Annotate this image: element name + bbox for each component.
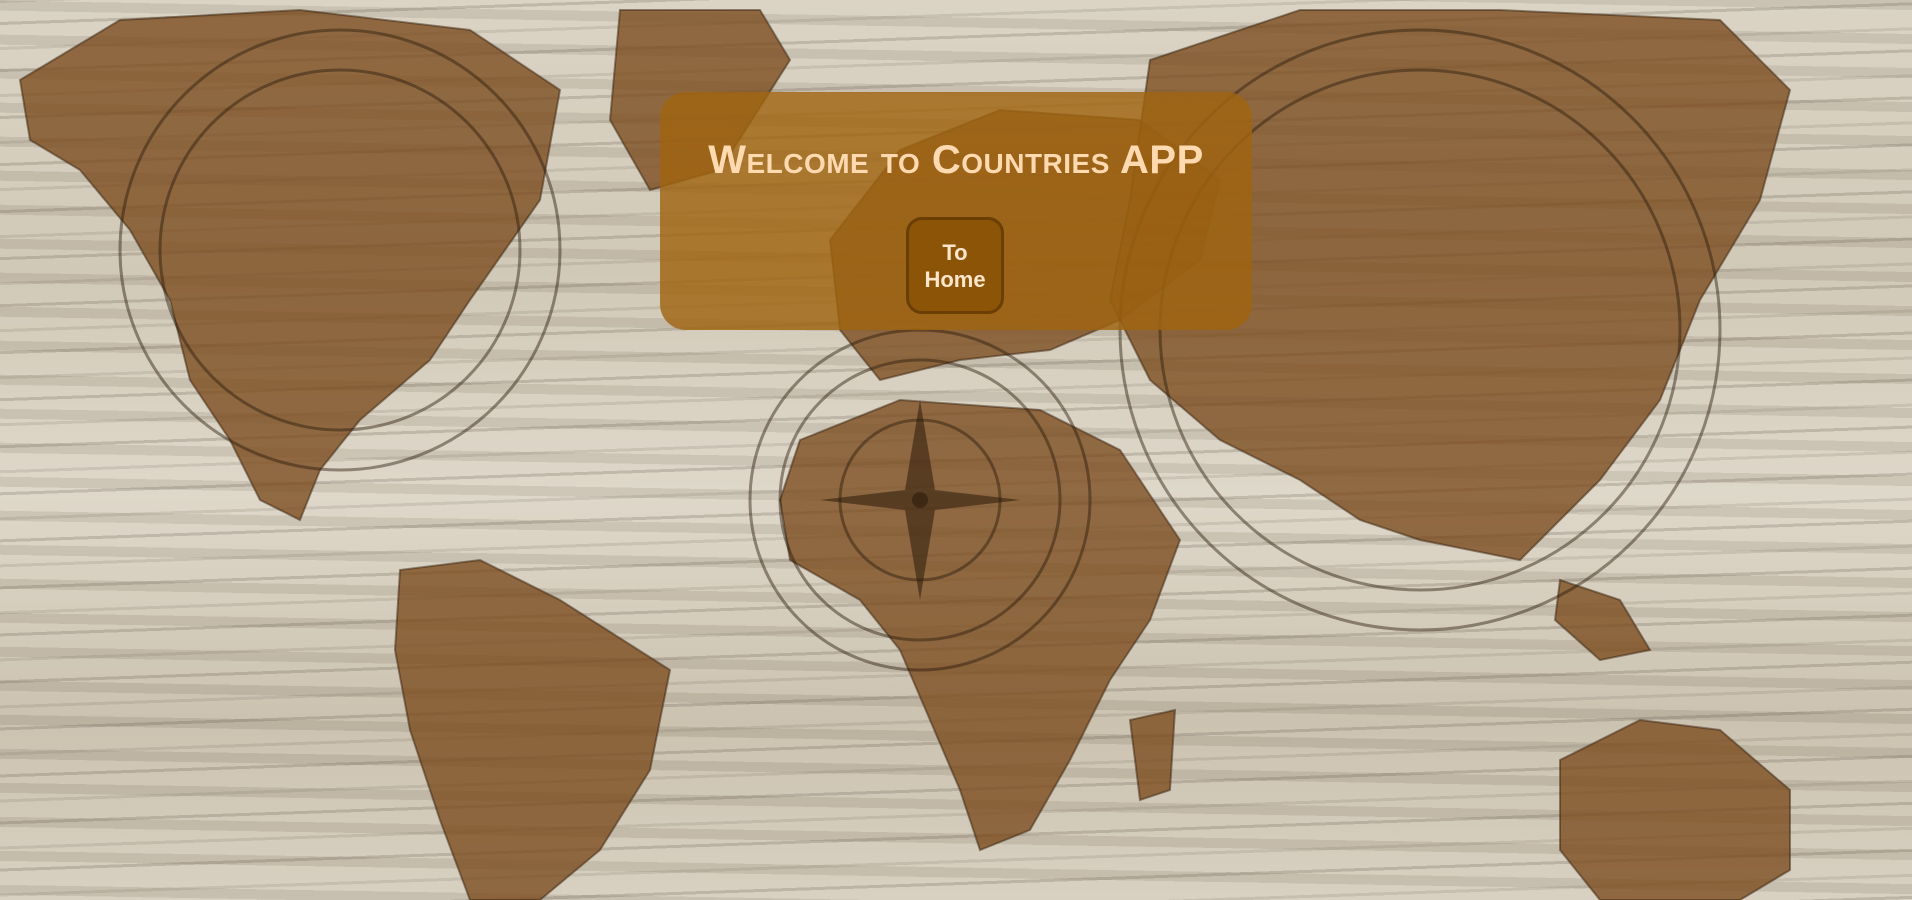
page-title: Welcome to Countries APP xyxy=(708,138,1204,182)
welcome-card: Welcome to Countries APP To Home xyxy=(660,92,1252,330)
to-home-button[interactable]: To Home xyxy=(906,217,1004,314)
